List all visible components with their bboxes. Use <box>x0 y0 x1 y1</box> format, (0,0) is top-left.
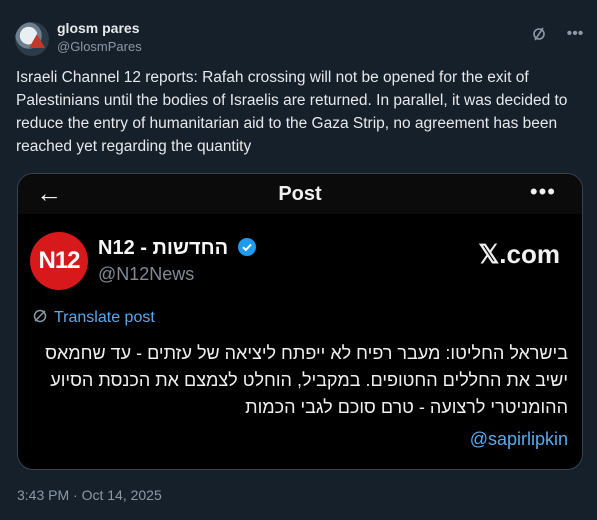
quoted-author-handle[interactable]: @N12News <box>98 264 194 285</box>
timestamp[interactable]: 3:43 PM · Oct 14, 2025 <box>17 487 162 503</box>
quoted-post-text: בישראל החליטו: מעבר רפיח לא ייפתח ליציאה… <box>45 343 568 417</box>
tweet-text: Israeli Channel 12 reports: Rafah crossi… <box>16 69 568 155</box>
post-topbar: ← Post ••• <box>18 174 582 214</box>
verified-badge-icon <box>237 238 256 256</box>
mention-link[interactable]: @sapirlipkin <box>470 429 568 450</box>
post-title: Post <box>278 183 322 205</box>
quoted-post-card[interactable]: ← Post ••• N12 N12 - החדשות @N12News 𝕏.c… <box>17 173 583 470</box>
n12-avatar[interactable]: N12 <box>30 232 88 290</box>
grok-icon[interactable] <box>529 24 549 44</box>
quoted-author-name[interactable]: N12 - החדשות <box>98 237 257 260</box>
tweet-header: glosm pares @GlosmPares ••• <box>15 18 585 58</box>
more-icon[interactable]: ••• <box>530 179 556 205</box>
translate-post-link[interactable]: Translate post <box>32 308 155 328</box>
author-handle[interactable]: @GlosmPares <box>57 39 142 54</box>
header-actions: ••• <box>529 24 585 44</box>
more-icon[interactable]: ••• <box>565 24 585 44</box>
xcom-label: 𝕏.com <box>478 239 560 269</box>
author-name[interactable]: glosm pares <box>57 20 139 36</box>
avatar[interactable] <box>15 22 49 56</box>
translate-label: Translate post <box>54 309 155 326</box>
quoted-author-name-text: N12 - החדשות <box>98 237 229 259</box>
n12-logo-text: N12 <box>38 247 80 274</box>
translate-icon <box>32 308 48 328</box>
